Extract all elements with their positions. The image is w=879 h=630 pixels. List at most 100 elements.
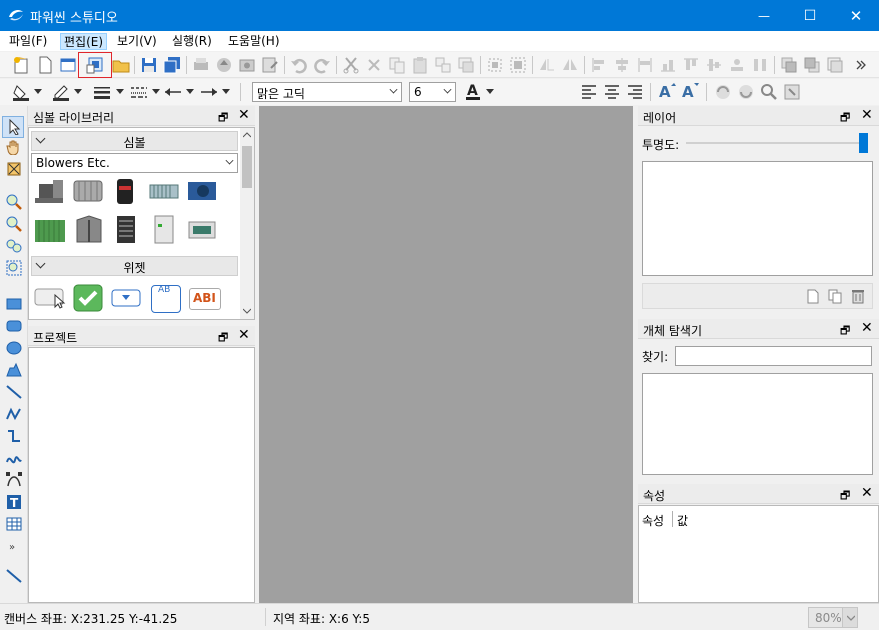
table-tool-icon[interactable] [6,516,22,532]
object-tree[interactable] [642,373,873,475]
font-name-select[interactable]: 맑은 고딕 [252,82,402,102]
font-shrink-icon[interactable]: A [681,82,699,100]
align-center-icon[interactable] [613,56,631,74]
new-file-icon[interactable] [36,56,54,74]
ungroup-icon[interactable] [457,56,475,74]
new-layer-icon[interactable] [806,289,820,304]
crop-tool-icon[interactable] [6,161,22,177]
align-top-icon[interactable] [682,56,700,74]
tools-more-icon[interactable]: » [9,542,15,553]
maximize-button[interactable]: ☐ [787,0,833,31]
menu-run[interactable]: 실행(R) [169,33,215,50]
zoom-dropdown-button[interactable] [842,608,857,627]
paste-icon[interactable] [411,56,429,74]
blower-symbol-3[interactable] [109,176,143,206]
select-region-icon[interactable] [486,56,504,74]
close-icon[interactable]: ✕ [238,107,250,123]
text-color-dropdown-icon[interactable] [486,89,494,95]
layer-list[interactable] [642,161,873,276]
new-project-icon[interactable] [12,56,30,74]
bring-front-icon[interactable] [780,56,798,74]
arrow-end-dropdown-icon[interactable] [222,89,230,95]
menu-file[interactable]: 파일(F) [6,33,50,50]
new-window-icon[interactable] [59,56,77,74]
order-icon[interactable] [826,56,844,74]
arrow-end-icon[interactable] [200,83,218,101]
zoom-out-icon[interactable] [6,216,22,232]
arrow-start-icon[interactable] [164,83,182,101]
textbox-widget-icon[interactable]: ABI [189,288,221,310]
scrollbar-thumb[interactable] [242,146,252,188]
align-left-icon[interactable] [590,56,608,74]
save-all-icon[interactable] [163,56,181,74]
drawing-canvas[interactable] [259,106,633,603]
edit-image-icon[interactable] [261,56,279,74]
align-middle-icon[interactable] [705,56,723,74]
unlink-icon[interactable] [737,83,755,101]
new-popup-icon[interactable] [86,56,104,74]
column-divider[interactable] [672,511,673,527]
line-style-icon[interactable] [130,83,148,101]
pointer-tool-icon[interactable] [6,119,22,135]
copy-layer-icon[interactable] [828,289,842,304]
same-size-icon[interactable] [728,56,746,74]
curve-tool-icon[interactable] [6,450,22,466]
line-color-dropdown-icon[interactable] [74,89,82,95]
zoom-window-icon[interactable] [6,260,22,276]
undo-icon[interactable] [290,56,308,74]
label-widget-icon[interactable]: AB [151,285,181,313]
polygon-tool-icon[interactable] [6,362,22,378]
pin-icon[interactable]: 🗗 [840,487,850,506]
ellipse-tool-icon[interactable] [6,340,22,356]
send-back-icon[interactable] [803,56,821,74]
blower-symbol-1[interactable] [33,176,67,206]
close-icon[interactable]: ✕ [861,320,873,336]
blower-symbol-2[interactable] [71,176,105,206]
rounded-rect-tool-icon[interactable] [6,318,22,334]
symbols-group-header[interactable]: 심볼 [31,131,238,151]
widgets-group-header[interactable]: 위젯 [31,256,238,276]
line-tool-2-icon[interactable] [6,568,22,584]
upload-icon[interactable] [215,56,233,74]
mirror-icon[interactable] [561,56,579,74]
properties-grid[interactable]: 속성 값 [638,505,879,603]
blower-symbol-7[interactable] [71,214,105,244]
scroll-down-icon[interactable] [243,308,251,314]
capture-icon[interactable] [238,56,256,74]
delete-layer-icon[interactable] [851,288,865,304]
close-icon[interactable]: ✕ [861,485,873,501]
transparency-track[interactable] [686,142,868,144]
print-icon[interactable] [192,56,210,74]
pan-hand-icon[interactable] [6,139,22,155]
polyline-tool-icon[interactable] [6,406,22,422]
align-bottom-icon[interactable] [659,56,677,74]
text-align-left-icon[interactable] [580,83,598,101]
close-icon[interactable]: ✕ [861,107,873,123]
close-button[interactable]: ✕ [833,0,879,31]
line-color-icon[interactable] [52,83,70,101]
transparency-slider-thumb[interactable] [859,133,868,153]
checkbox-widget-icon[interactable] [71,283,105,313]
delete-icon[interactable] [365,56,383,74]
fill-dropdown-icon[interactable] [34,89,42,95]
font-grow-icon[interactable]: A [658,82,676,100]
zoom-fit-icon[interactable] [6,238,22,254]
select-all-icon[interactable] [509,56,527,74]
text-tool-icon[interactable]: T [6,494,22,510]
snapshot-icon[interactable] [783,83,801,101]
find-input[interactable] [675,346,872,366]
blower-symbol-9[interactable] [147,214,181,244]
save-icon[interactable] [140,56,158,74]
line-width-icon[interactable] [93,83,111,101]
blower-symbol-4[interactable] [147,176,181,206]
menu-edit[interactable]: 편집(E) [60,33,108,50]
symbol-scrollbar[interactable] [240,128,254,319]
blower-symbol-10[interactable] [185,214,219,244]
scroll-up-icon[interactable] [243,132,251,138]
distribute-icon[interactable] [751,56,769,74]
blower-symbol-5[interactable] [185,176,219,206]
blower-symbol-8[interactable] [109,214,143,244]
redo-icon[interactable] [313,56,331,74]
toolbar-overflow-icon[interactable] [855,58,867,72]
text-align-center-icon[interactable] [603,83,621,101]
